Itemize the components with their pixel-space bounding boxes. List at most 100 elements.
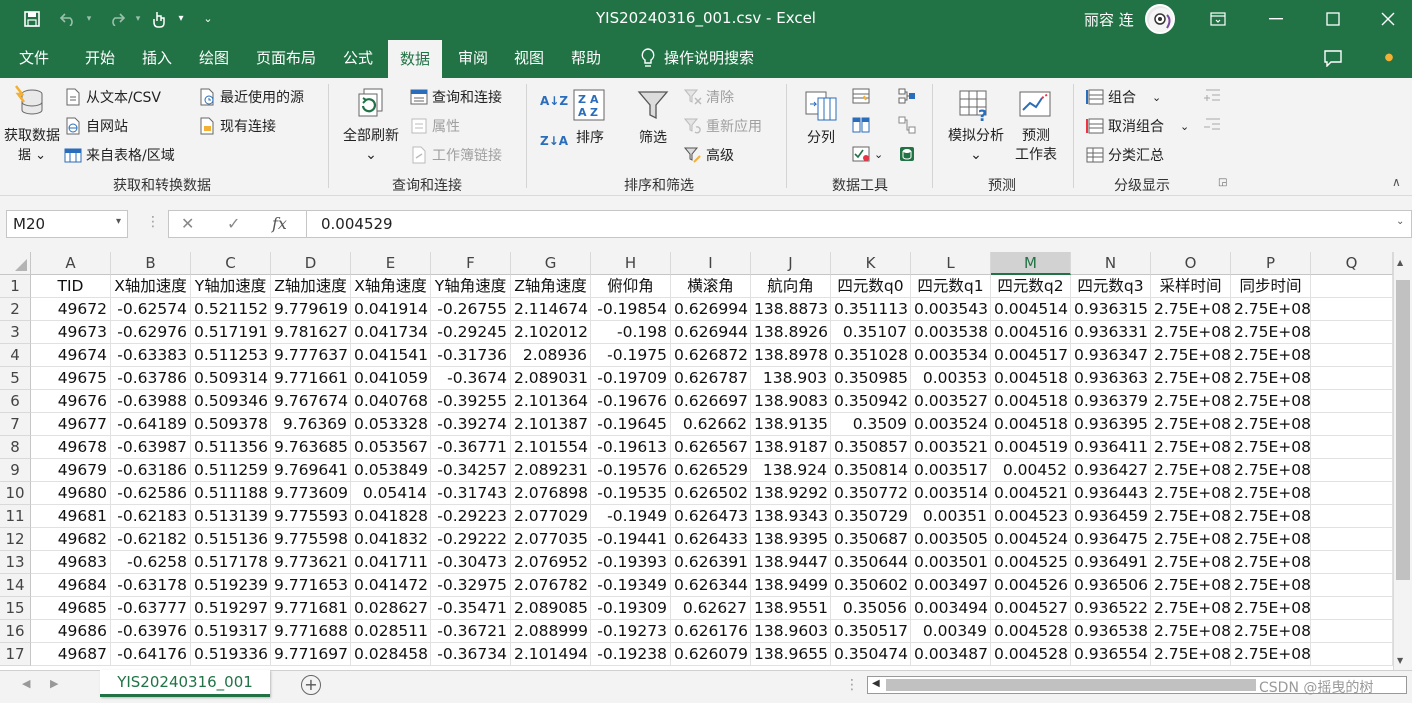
table-cell[interactable]: -0.19854 bbox=[591, 298, 671, 321]
table-cell[interactable]: 2.75E+08 bbox=[1231, 390, 1311, 413]
refresh-all-button[interactable]: 全部刷新 ⌄ bbox=[336, 127, 406, 165]
dialog-launcher-icon[interactable]: ◲ bbox=[1218, 177, 1227, 188]
table-cell[interactable]: 0.350644 bbox=[831, 551, 911, 574]
column-header-q[interactable]: Q bbox=[1311, 252, 1393, 275]
table-cell[interactable]: 0.936522 bbox=[1071, 597, 1151, 620]
table-cell[interactable]: 0.626872 bbox=[671, 344, 751, 367]
table-cell[interactable]: 0.936363 bbox=[1071, 367, 1151, 390]
customize-qat-icon[interactable]: ⌄ bbox=[200, 0, 216, 37]
table-cell[interactable]: 2.077029 bbox=[511, 505, 591, 528]
table-cell[interactable]: -0.19676 bbox=[591, 390, 671, 413]
sheet-tab[interactable]: YIS20240316_001 bbox=[100, 670, 270, 697]
table-cell[interactable] bbox=[1311, 298, 1393, 321]
column-header-h[interactable]: H bbox=[591, 252, 671, 275]
table-cell[interactable]: 9.775598 bbox=[271, 528, 351, 551]
row-header[interactable]: 7 bbox=[0, 413, 31, 436]
table-cell[interactable]: 9.771697 bbox=[271, 643, 351, 666]
undo-dropdown-icon[interactable]: ▾ bbox=[84, 0, 94, 37]
table-cell[interactable]: 2.75E+08 bbox=[1151, 597, 1231, 620]
clear-filter-button[interactable]: 清除 bbox=[683, 87, 734, 107]
header-cell[interactable]: 四元数q0 bbox=[831, 275, 911, 298]
table-cell[interactable]: 0.35056 bbox=[831, 597, 911, 620]
tab-insert[interactable]: 插入 bbox=[131, 37, 183, 78]
recent-sources-button[interactable]: 最近使用的源 bbox=[198, 87, 304, 107]
data-validation-icon[interactable]: ⌄ bbox=[852, 145, 883, 163]
table-cell[interactable]: 0.004528 bbox=[991, 620, 1071, 643]
table-cell[interactable]: 0.041828 bbox=[351, 505, 431, 528]
table-cell[interactable]: 0.05414 bbox=[351, 482, 431, 505]
row-header[interactable]: 6 bbox=[0, 390, 31, 413]
table-cell[interactable]: -0.26755 bbox=[431, 298, 511, 321]
table-cell[interactable]: 0.626391 bbox=[671, 551, 751, 574]
row-header[interactable]: 14 bbox=[0, 574, 31, 597]
table-cell[interactable]: -0.19393 bbox=[591, 551, 671, 574]
table-cell[interactable]: -0.39255 bbox=[431, 390, 511, 413]
table-cell[interactable]: 2.75E+08 bbox=[1151, 436, 1231, 459]
touch-dropdown-icon[interactable]: ▾ bbox=[174, 0, 188, 37]
table-cell[interactable]: -0.30473 bbox=[431, 551, 511, 574]
tab-home[interactable]: 开始 bbox=[74, 37, 126, 78]
what-if-analysis-button[interactable]: 模拟分析 ⌄ bbox=[940, 127, 1012, 165]
table-cell[interactable]: -0.19535 bbox=[591, 482, 671, 505]
touch-mode-icon[interactable] bbox=[148, 0, 170, 37]
table-cell[interactable]: 49686 bbox=[31, 620, 111, 643]
table-cell[interactable]: 138.9187 bbox=[751, 436, 831, 459]
table-cell[interactable]: 2.089231 bbox=[511, 459, 591, 482]
table-cell[interactable]: 49679 bbox=[31, 459, 111, 482]
table-cell[interactable]: 0.004523 bbox=[991, 505, 1071, 528]
get-data-button[interactable]: 获取数据据 ⌄ bbox=[2, 127, 62, 165]
reapply-button[interactable]: 重新应用 bbox=[683, 116, 762, 136]
table-cell[interactable]: 2.75E+08 bbox=[1231, 505, 1311, 528]
table-cell[interactable]: 2.75E+08 bbox=[1151, 344, 1231, 367]
undo-icon[interactable] bbox=[55, 0, 81, 37]
table-cell[interactable]: 2.75E+08 bbox=[1151, 321, 1231, 344]
table-cell[interactable]: 0.515136 bbox=[191, 528, 271, 551]
table-cell[interactable]: 0.511259 bbox=[191, 459, 271, 482]
table-cell[interactable]: 9.763685 bbox=[271, 436, 351, 459]
table-cell[interactable]: 0.626344 bbox=[671, 574, 751, 597]
tell-me-search[interactable]: 操作说明搜索 bbox=[664, 37, 760, 78]
table-cell[interactable] bbox=[1311, 413, 1393, 436]
table-cell[interactable]: 0.626697 bbox=[671, 390, 751, 413]
table-cell[interactable]: 0.003517 bbox=[911, 459, 991, 482]
table-cell[interactable]: 49678 bbox=[31, 436, 111, 459]
table-cell[interactable]: 0.350729 bbox=[831, 505, 911, 528]
table-cell[interactable]: -0.1975 bbox=[591, 344, 671, 367]
table-cell[interactable]: 2.076782 bbox=[511, 574, 591, 597]
header-cell[interactable]: X轴加速度 bbox=[111, 275, 191, 298]
table-cell[interactable]: 0.004517 bbox=[991, 344, 1071, 367]
table-cell[interactable]: -0.31736 bbox=[431, 344, 511, 367]
table-cell[interactable]: 9.777637 bbox=[271, 344, 351, 367]
table-cell[interactable]: 0.004525 bbox=[991, 551, 1071, 574]
table-cell[interactable]: 0.053567 bbox=[351, 436, 431, 459]
table-cell[interactable] bbox=[1311, 321, 1393, 344]
expand-formula-icon[interactable]: ⌄ bbox=[1396, 216, 1404, 227]
ungroup-button[interactable]: 取消组合 ⌄ bbox=[1086, 116, 1189, 136]
table-cell[interactable]: 2.75E+08 bbox=[1151, 551, 1231, 574]
column-header-f[interactable]: F bbox=[431, 252, 511, 275]
header-cell[interactable]: 四元数q1 bbox=[911, 275, 991, 298]
table-cell[interactable]: 0.004518 bbox=[991, 367, 1071, 390]
table-cell[interactable]: -0.63987 bbox=[111, 436, 191, 459]
table-cell[interactable]: 0.936395 bbox=[1071, 413, 1151, 436]
select-all-button[interactable] bbox=[0, 252, 31, 275]
table-cell[interactable]: -0.62586 bbox=[111, 482, 191, 505]
table-cell[interactable]: 138.8873 bbox=[751, 298, 831, 321]
ribbon-display-icon[interactable] bbox=[1192, 0, 1244, 37]
table-cell[interactable]: 0.626994 bbox=[671, 298, 751, 321]
table-cell[interactable]: 2.75E+08 bbox=[1231, 459, 1311, 482]
table-cell[interactable]: 0.003487 bbox=[911, 643, 991, 666]
table-cell[interactable]: -0.198 bbox=[591, 321, 671, 344]
table-cell[interactable]: 2.75E+08 bbox=[1151, 459, 1231, 482]
scroll-up-icon[interactable]: ▲ bbox=[1397, 258, 1403, 267]
table-cell[interactable]: 49673 bbox=[31, 321, 111, 344]
table-cell[interactable]: -0.62976 bbox=[111, 321, 191, 344]
table-cell[interactable]: -0.63976 bbox=[111, 620, 191, 643]
tab-splitter-icon[interactable]: ⋮ bbox=[845, 677, 859, 693]
table-cell[interactable]: 49676 bbox=[31, 390, 111, 413]
table-cell[interactable]: 138.9603 bbox=[751, 620, 831, 643]
table-cell[interactable]: -0.63178 bbox=[111, 574, 191, 597]
table-cell[interactable]: 0.003538 bbox=[911, 321, 991, 344]
filter-button[interactable]: 筛选 bbox=[633, 129, 673, 148]
row-header[interactable]: 9 bbox=[0, 459, 31, 482]
